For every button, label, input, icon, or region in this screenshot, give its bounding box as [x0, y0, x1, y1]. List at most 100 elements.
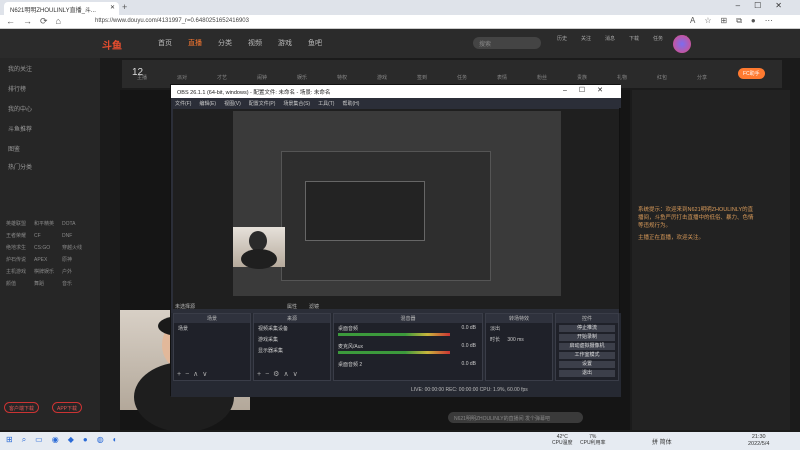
- category-link[interactable]: 棋牌娱乐: [34, 266, 62, 278]
- category-strip-item[interactable]: 任务: [442, 60, 482, 81]
- exit-button[interactable]: 退出: [559, 370, 615, 377]
- nav-buttons[interactable]: ←→⟳⌂: [6, 16, 69, 27]
- category-link[interactable]: 和平精英: [34, 218, 62, 230]
- category-link[interactable]: CF: [34, 230, 62, 242]
- taskbar-clock[interactable]: 21:30 2022/5/4: [748, 434, 769, 448]
- category-link[interactable]: 户外: [62, 266, 90, 278]
- category-link[interactable]: 绝地求生: [6, 242, 34, 254]
- nav-item[interactable]: 游戏: [278, 40, 292, 47]
- header-icon[interactable]: 关注: [574, 35, 598, 42]
- header-icon[interactable]: 消息: [598, 35, 622, 42]
- category-count: 12: [132, 67, 144, 78]
- virtual-camera-button[interactable]: 启动虚拟摄像机: [559, 343, 615, 350]
- duration-input[interactable]: 300 ms: [507, 337, 523, 343]
- stop-stream-button[interactable]: 停止推流: [559, 325, 615, 332]
- category-strip-item[interactable]: 娱乐: [282, 60, 322, 81]
- category-strip-item[interactable]: 才艺: [202, 60, 242, 81]
- sidebar-item-atlas[interactable]: 图鉴: [8, 144, 20, 153]
- close-tab-icon[interactable]: ✕: [110, 4, 115, 11]
- mixer-channel: 桌面音频 2 0.0 dB: [334, 359, 482, 373]
- controls-dock: 控件 停止推流 开始录制 启动虚拟摄像机 工作室模式 设置 退出: [555, 313, 619, 381]
- category-link[interactable]: 王者荣耀: [6, 230, 34, 242]
- header-icon[interactable]: 历史: [550, 35, 574, 42]
- transition-select[interactable]: 淡出: [486, 323, 552, 334]
- nav-item[interactable]: 视频: [248, 40, 262, 47]
- obs-menu-item[interactable]: 编辑(E): [199, 101, 216, 107]
- category-link[interactable]: 原神: [62, 254, 90, 266]
- category-link[interactable]: 音乐: [62, 278, 90, 290]
- obs-window-controls[interactable]: ‒☐✕: [563, 86, 615, 94]
- category-link[interactable]: CS:GO: [34, 242, 62, 254]
- search-input[interactable]: 搜索: [473, 37, 541, 49]
- client-download-button[interactable]: 客户端下载: [4, 402, 40, 413]
- category-strip-item[interactable]: 闹钟: [242, 60, 282, 81]
- sidebar-item-recommend[interactable]: 斗鱼推荐: [8, 124, 32, 133]
- sidebar-item-rank[interactable]: 排行榜: [8, 84, 26, 93]
- category-strip-item[interactable]: 特权: [322, 60, 362, 81]
- danmaku-input[interactable]: N621明明ZHOULINLY的直播间 发个弹幕吧: [448, 412, 583, 423]
- channel-db: 0.0 dB: [461, 343, 476, 349]
- obs-menu-item[interactable]: 视图(V): [224, 101, 241, 107]
- category-link[interactable]: 舞蹈: [34, 278, 62, 290]
- sidebar-item-follow[interactable]: 我的关注: [8, 64, 32, 73]
- category-link[interactable]: DNF: [62, 230, 90, 242]
- mixer-channel: 麦克风/Aux 0.0 dB: [334, 341, 482, 359]
- category-link[interactable]: 英雄联盟: [6, 218, 34, 230]
- category-strip-item[interactable]: 礼物: [602, 60, 642, 81]
- studio-mode-button[interactable]: 工作室模式: [559, 352, 615, 359]
- category-strip-item[interactable]: 游戏: [362, 60, 402, 81]
- obs-menu-item[interactable]: 配置文件(P): [249, 101, 276, 107]
- category-strip-item[interactable]: 派对: [162, 60, 202, 81]
- app-download-button[interactable]: APP下载: [52, 402, 83, 413]
- new-tab-icon[interactable]: +: [122, 2, 127, 12]
- obs-window[interactable]: OBS 26.1.1 (64-bit, windows) - 配置文件: 未命名…: [170, 84, 621, 397]
- source-item[interactable]: 显示器采集: [254, 345, 330, 356]
- sidebar-item-center[interactable]: 我的中心: [8, 104, 32, 113]
- nav-item[interactable]: 直播: [188, 40, 202, 47]
- obs-menu-item[interactable]: 文件(F): [175, 101, 191, 107]
- header-icon[interactable]: 下载: [622, 35, 646, 42]
- obs-menu-item[interactable]: 帮助(H): [342, 101, 359, 107]
- filters-button[interactable]: 滤镜: [309, 303, 319, 310]
- category-link[interactable]: DOTA: [62, 218, 90, 230]
- cpu-temp-label: CPU温度: [552, 440, 573, 446]
- category-strip-item[interactable]: 粉丝: [522, 60, 562, 81]
- category-link[interactable]: APEX: [34, 254, 62, 266]
- settings-button[interactable]: 设置: [559, 361, 615, 368]
- mixer-channel: 桌面音频 0.0 dB: [334, 323, 482, 341]
- start-record-button[interactable]: 开始录制: [559, 334, 615, 341]
- taskbar-app-icons[interactable]: ⊞⌕▭◉◆●◍◐: [6, 435, 127, 445]
- category-strip-item[interactable]: 签到: [402, 60, 442, 81]
- nav-item[interactable]: 鱼吧: [308, 40, 322, 47]
- category-link[interactable]: 穿越火线: [62, 242, 90, 254]
- source-toolbar[interactable]: +−⚙∧∨: [257, 370, 302, 378]
- nav-item[interactable]: 首页: [158, 40, 172, 47]
- properties-button[interactable]: 属性: [287, 303, 297, 310]
- browser-toolbar-icons[interactable]: A☆⊞⧉●⋯: [690, 16, 782, 26]
- fc-button[interactable]: FC助手: [738, 68, 765, 79]
- category-strip-item[interactable]: 贵族: [562, 60, 602, 81]
- chat-message: 系统提示：欢迎来到N621明明ZHOULINLY的直播间，斗鱼严厉打击直播中的低…: [638, 207, 754, 229]
- main-nav: 首页 直播 分类 视频 游戏 鱼吧: [158, 38, 338, 48]
- url-field[interactable]: https://www.douyu.com/4131997_r=0.648025…: [95, 17, 685, 27]
- source-item[interactable]: 游戏采集: [254, 334, 330, 345]
- header-icon[interactable]: 任务: [646, 35, 670, 42]
- category-strip-item[interactable]: 表情: [482, 60, 522, 81]
- category-strip-item[interactable]: 分享: [682, 60, 722, 81]
- window-controls[interactable]: ‒☐✕: [736, 1, 796, 10]
- ime-indicator[interactable]: 拼 简体: [652, 437, 672, 446]
- nav-item[interactable]: 分类: [218, 40, 232, 47]
- browser-tab[interactable]: N621明明ZHOULINLY直播_斗... ✕: [4, 2, 119, 15]
- scene-toolbar[interactable]: +−∧∨: [177, 370, 211, 378]
- category-strip-item[interactable]: 红包: [642, 60, 682, 81]
- douyu-logo[interactable]: 斗鱼: [102, 37, 122, 52]
- category-link[interactable]: 炉石传说: [6, 254, 34, 266]
- scene-item[interactable]: 场景: [174, 323, 250, 334]
- source-item[interactable]: 视频采集设备: [254, 323, 330, 334]
- avatar[interactable]: [673, 35, 691, 53]
- obs-menu-item[interactable]: 工具(T): [318, 101, 334, 107]
- category-link[interactable]: 颜值: [6, 278, 34, 290]
- category-link[interactable]: 主机游戏: [6, 266, 34, 278]
- address-bar-row: ←→⟳⌂ https://www.douyu.com/4131997_r=0.6…: [0, 15, 800, 29]
- obs-menu-item[interactable]: 场景集合(S): [283, 101, 310, 107]
